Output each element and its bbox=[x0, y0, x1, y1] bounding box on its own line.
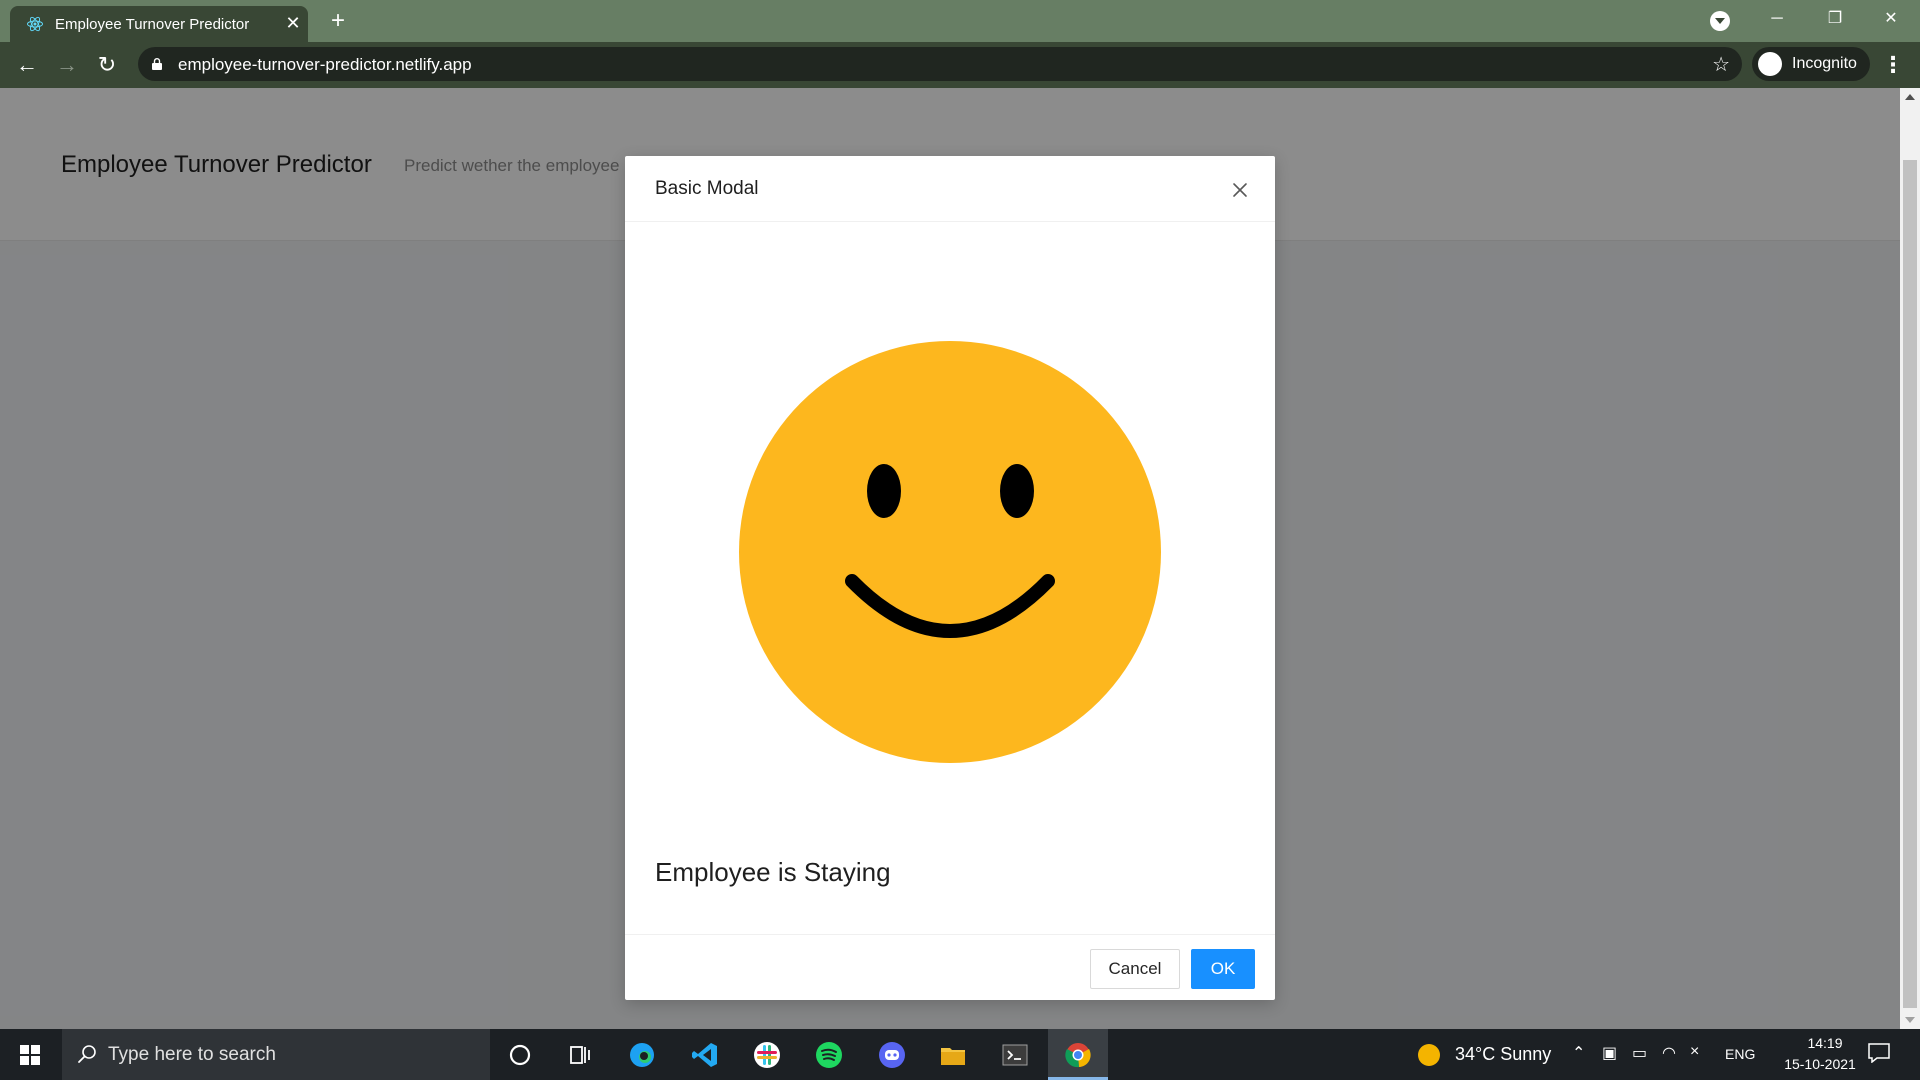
ok-button[interactable]: OK bbox=[1191, 949, 1255, 989]
smiley-face-icon bbox=[739, 341, 1161, 763]
bookmark-star-icon[interactable]: ☆ bbox=[1712, 52, 1730, 77]
search-icon bbox=[78, 1045, 96, 1063]
vscode-icon[interactable] bbox=[675, 1029, 735, 1080]
search-placeholder: Type here to search bbox=[108, 1044, 276, 1065]
back-icon[interactable]: ← bbox=[13, 51, 41, 79]
prediction-result: Employee is Staying bbox=[655, 857, 891, 887]
tab-search-icon[interactable] bbox=[1710, 11, 1730, 31]
reload-icon[interactable]: ↻ bbox=[93, 51, 121, 79]
tray-chevron-icon[interactable]: ⌃ bbox=[1572, 1043, 1585, 1063]
terminal-icon[interactable] bbox=[985, 1029, 1045, 1080]
cancel-button[interactable]: Cancel bbox=[1090, 949, 1180, 989]
clock-date[interactable]: 15-10-2021 bbox=[1770, 1056, 1870, 1072]
incognito-badge[interactable]: Incognito bbox=[1752, 47, 1870, 81]
task-view-icon[interactable] bbox=[550, 1029, 610, 1080]
modal-title: Basic Modal bbox=[655, 178, 759, 199]
edge-icon[interactable] bbox=[612, 1029, 672, 1080]
weather-sun-icon[interactable] bbox=[1418, 1044, 1440, 1066]
weather-text[interactable]: 34°C Sunny bbox=[1455, 1044, 1551, 1065]
slack-icon[interactable] bbox=[737, 1029, 797, 1080]
scroll-up-icon[interactable] bbox=[1905, 94, 1915, 100]
battery-icon[interactable]: ▭ bbox=[1632, 1043, 1647, 1063]
lock-icon bbox=[152, 58, 162, 70]
windows-taskbar: Type here to search 34°C Sunny ⌃ ▣ ▭ ◠ ×… bbox=[0, 1029, 1920, 1080]
smiley-left-eye bbox=[867, 464, 901, 518]
page-scrollbar[interactable] bbox=[1900, 88, 1920, 1029]
window-close-icon[interactable]: ✕ bbox=[1862, 0, 1920, 40]
file-explorer-icon[interactable] bbox=[923, 1029, 983, 1080]
smiley-face bbox=[739, 341, 1161, 763]
restore-icon[interactable]: ❐ bbox=[1806, 0, 1864, 40]
browser-menu-icon[interactable]: ⋮ bbox=[1882, 52, 1904, 78]
language-indicator[interactable]: ENG bbox=[1725, 1046, 1755, 1062]
cortana-icon[interactable] bbox=[490, 1029, 550, 1080]
modal-header: Basic Modal bbox=[625, 156, 1275, 222]
scroll-thumb[interactable] bbox=[1903, 160, 1917, 1008]
spotify-icon[interactable] bbox=[799, 1029, 859, 1080]
scroll-down-icon[interactable] bbox=[1905, 1017, 1915, 1023]
volume-muted-icon[interactable]: × bbox=[1690, 1043, 1699, 1061]
smiley-right-eye bbox=[1000, 464, 1034, 518]
address-bar[interactable]: employee-turnover-predictor.netlify.app … bbox=[138, 47, 1742, 81]
discord-icon[interactable] bbox=[862, 1029, 922, 1080]
meet-now-icon[interactable]: ▣ bbox=[1602, 1043, 1617, 1063]
browser-tab-strip: Employee Turnover Predictor ✕ + ─ ❐ ✕ bbox=[0, 0, 1920, 42]
react-icon bbox=[27, 16, 43, 32]
notification-icon[interactable] bbox=[1868, 1043, 1890, 1063]
page-viewport: Employee Turnover Predictor Predict weth… bbox=[0, 88, 1900, 1029]
taskbar-search[interactable]: Type here to search bbox=[62, 1029, 490, 1080]
result-modal: Basic Modal Employee is Staying Cancel O… bbox=[625, 156, 1275, 1000]
forward-icon[interactable]: → bbox=[53, 51, 81, 79]
tab-title: Employee Turnover Predictor bbox=[55, 16, 250, 33]
modal-close-icon[interactable] bbox=[1226, 176, 1254, 204]
minimize-icon[interactable]: ─ bbox=[1748, 0, 1806, 40]
new-tab-icon[interactable]: + bbox=[325, 8, 351, 34]
wifi-icon[interactable]: ◠ bbox=[1662, 1043, 1676, 1063]
url-text: employee-turnover-predictor.netlify.app bbox=[178, 55, 472, 74]
incognito-label: Incognito bbox=[1792, 55, 1857, 72]
browser-toolbar: ← → ↻ employee-turnover-predictor.netlif… bbox=[0, 42, 1920, 88]
modal-footer: Cancel OK bbox=[625, 934, 1275, 1000]
windows-start-icon[interactable] bbox=[0, 1029, 60, 1080]
chrome-icon[interactable] bbox=[1048, 1029, 1108, 1080]
incognito-icon bbox=[1758, 52, 1782, 76]
tab-close-icon[interactable]: ✕ bbox=[282, 12, 304, 34]
browser-tab[interactable]: Employee Turnover Predictor ✕ bbox=[10, 6, 308, 42]
clock-time[interactable]: 14:19 bbox=[1790, 1035, 1860, 1051]
